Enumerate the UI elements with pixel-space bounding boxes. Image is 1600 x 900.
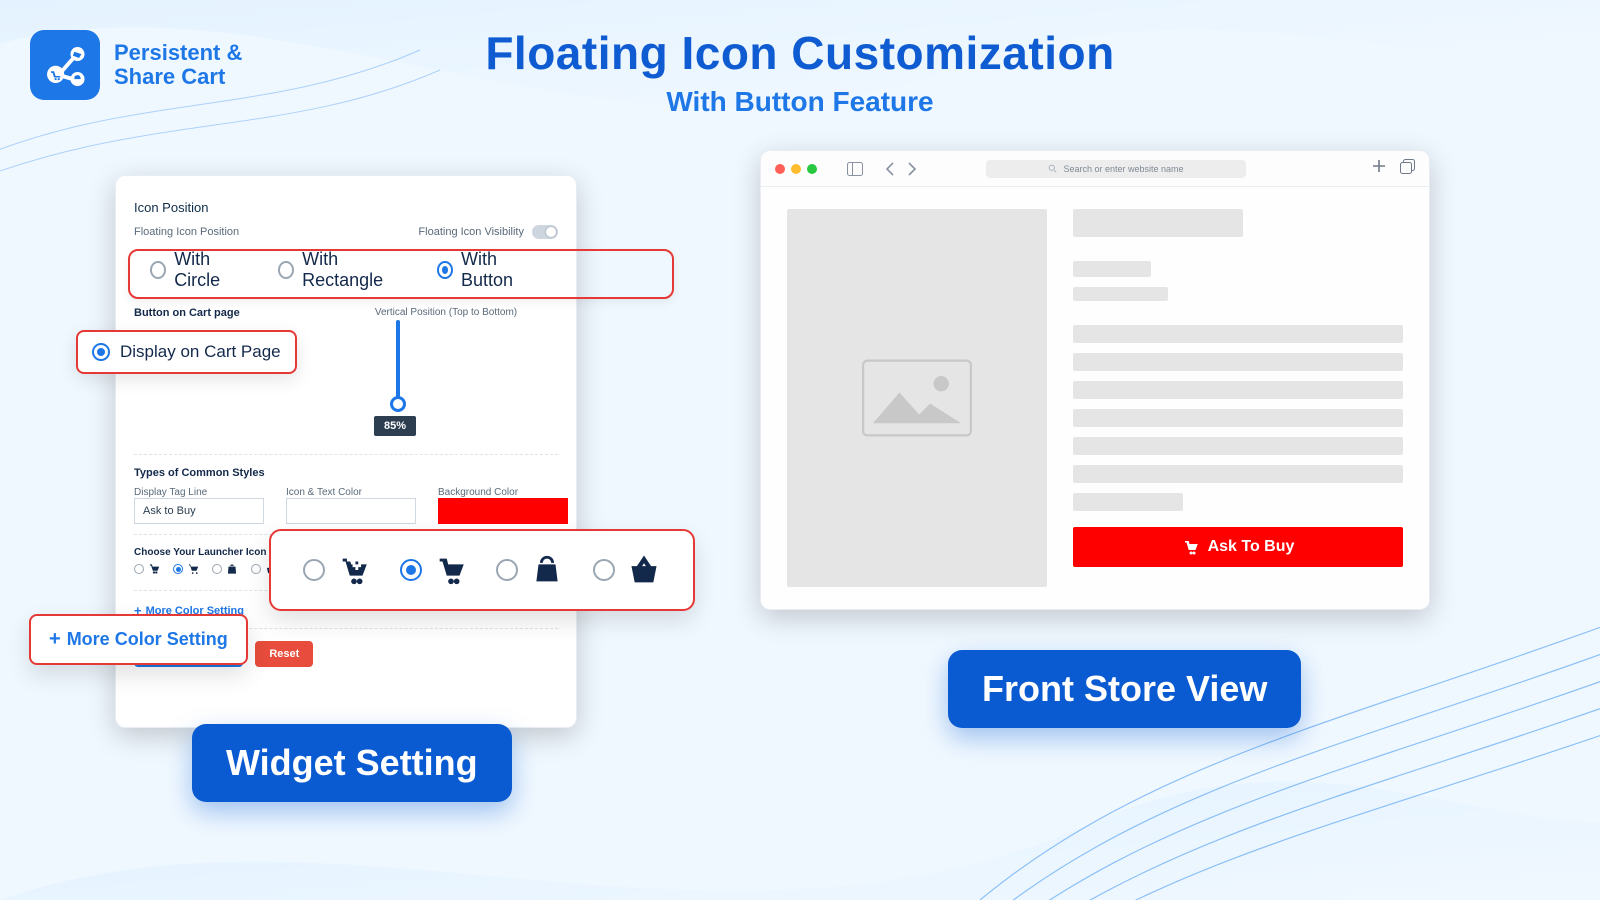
bag-icon — [530, 553, 564, 587]
ask-to-buy-label: Ask To Buy — [1208, 538, 1295, 556]
placeholder-line — [1073, 353, 1403, 371]
launcher-option-cart[interactable] — [400, 553, 468, 587]
product-image-placeholder — [787, 209, 1047, 587]
cart-plus-icon — [337, 553, 371, 587]
floating-icon-visibility-label: Floating Icon Visibility — [418, 226, 524, 238]
browser-toolbar: Search or enter website name — [761, 151, 1429, 187]
minimize-window-icon[interactable] — [791, 164, 801, 174]
close-window-icon[interactable] — [775, 164, 785, 174]
launcher-mini-option-cart[interactable] — [173, 562, 200, 576]
radio-icon — [437, 261, 453, 279]
placeholder-line — [1073, 493, 1183, 511]
floating-icon-visibility-toggle[interactable] — [532, 225, 558, 239]
shape-option-with-button[interactable]: With Button — [437, 249, 542, 291]
floating-icon-position-label: Floating Icon Position — [134, 226, 239, 238]
cart-icon — [1182, 538, 1200, 556]
launcher-option-cart-plus[interactable] — [303, 553, 371, 587]
sidebar-toggle-icon[interactable] — [847, 162, 863, 176]
background-color-swatch[interactable] — [438, 498, 568, 524]
plus-icon: + — [49, 628, 61, 651]
placeholder-line — [1073, 325, 1403, 343]
slider-value-badge: 85% — [374, 416, 416, 436]
display-on-cart-page-label: Display on Cart Page — [120, 342, 281, 362]
launcher-option-bag[interactable] — [496, 553, 564, 587]
url-placeholder: Search or enter website name — [1063, 164, 1183, 174]
placeholder-line — [1073, 409, 1403, 427]
nav-back-icon[interactable] — [885, 162, 895, 176]
radio-icon — [150, 261, 166, 279]
placeholder-line — [1073, 465, 1403, 483]
search-icon — [1048, 164, 1057, 173]
button-on-cart-page-label: Button on Cart page — [134, 307, 314, 319]
vertical-position-slider[interactable]: 85% — [366, 320, 526, 420]
background-color-label: Background Color — [438, 487, 568, 498]
icon-text-color-label: Icon & Text Color — [286, 487, 416, 498]
launcher-mini-option-bag[interactable] — [212, 562, 239, 576]
slider-track — [396, 320, 400, 402]
shape-option-label: With Circle — [174, 249, 250, 291]
page-title: Floating Icon Customization — [0, 26, 1600, 80]
section-icon-position-title: Icon Position — [134, 194, 558, 225]
front-store-browser-mock: Search or enter website name — [760, 150, 1430, 610]
radio-icon — [400, 559, 422, 581]
tab-overview-icon[interactable] — [1400, 159, 1415, 179]
cart-icon — [434, 553, 468, 587]
nav-forward-icon[interactable] — [907, 162, 917, 176]
more-color-setting-callout[interactable]: + More Color Setting — [29, 614, 248, 665]
placeholder-line — [1073, 209, 1243, 237]
widget-setting-label-pill: Widget Setting — [192, 724, 512, 802]
radio-icon — [496, 559, 518, 581]
store-preview-body: Ask To Buy — [761, 187, 1429, 609]
placeholder-line — [1073, 381, 1403, 399]
traffic-lights — [775, 164, 817, 174]
reset-button[interactable]: Reset — [255, 641, 313, 667]
placeholder-line — [1073, 287, 1168, 301]
basket-icon — [627, 553, 661, 587]
launcher-option-basket[interactable] — [593, 553, 661, 587]
radio-icon — [278, 261, 294, 279]
cart-icon — [186, 562, 200, 576]
slider-thumb[interactable] — [390, 396, 406, 412]
placeholder-line — [1073, 437, 1403, 455]
shape-option-with-rectangle[interactable]: With Rectangle — [278, 249, 409, 291]
shape-option-label: With Rectangle — [302, 249, 409, 291]
launcher-mini-option-cart-plus[interactable] — [134, 562, 161, 576]
display-tag-line-label: Display Tag Line — [134, 487, 264, 498]
cart-plus-icon — [147, 562, 161, 576]
display-on-cart-page-callout[interactable]: Display on Cart Page — [76, 330, 297, 374]
common-styles-label: Types of Common Styles — [134, 467, 558, 479]
radio-icon — [593, 559, 615, 581]
radio-icon — [303, 559, 325, 581]
ask-to-buy-button[interactable]: Ask To Buy — [1073, 527, 1403, 567]
new-tab-icon[interactable] — [1372, 159, 1386, 178]
display-tag-line-input[interactable] — [134, 498, 264, 524]
page-heading: Floating Icon Customization With Button … — [0, 26, 1600, 118]
maximize-window-icon[interactable] — [807, 164, 817, 174]
page-subtitle: With Button Feature — [0, 86, 1600, 118]
placeholder-line — [1073, 261, 1151, 277]
more-color-setting-callout-label: More Color Setting — [67, 629, 228, 650]
bag-icon — [225, 562, 239, 576]
icon-text-color-swatch[interactable] — [286, 498, 416, 524]
vertical-position-label: Vertical Position (Top to Bottom) — [334, 307, 558, 318]
front-store-view-label-pill: Front Store View — [948, 650, 1301, 728]
launcher-icon-callout — [269, 529, 695, 611]
shape-option-label: With Button — [461, 249, 542, 291]
radio-icon — [92, 343, 110, 361]
shape-option-with-circle[interactable]: With Circle — [150, 249, 250, 291]
url-search-field[interactable]: Search or enter website name — [986, 160, 1246, 178]
